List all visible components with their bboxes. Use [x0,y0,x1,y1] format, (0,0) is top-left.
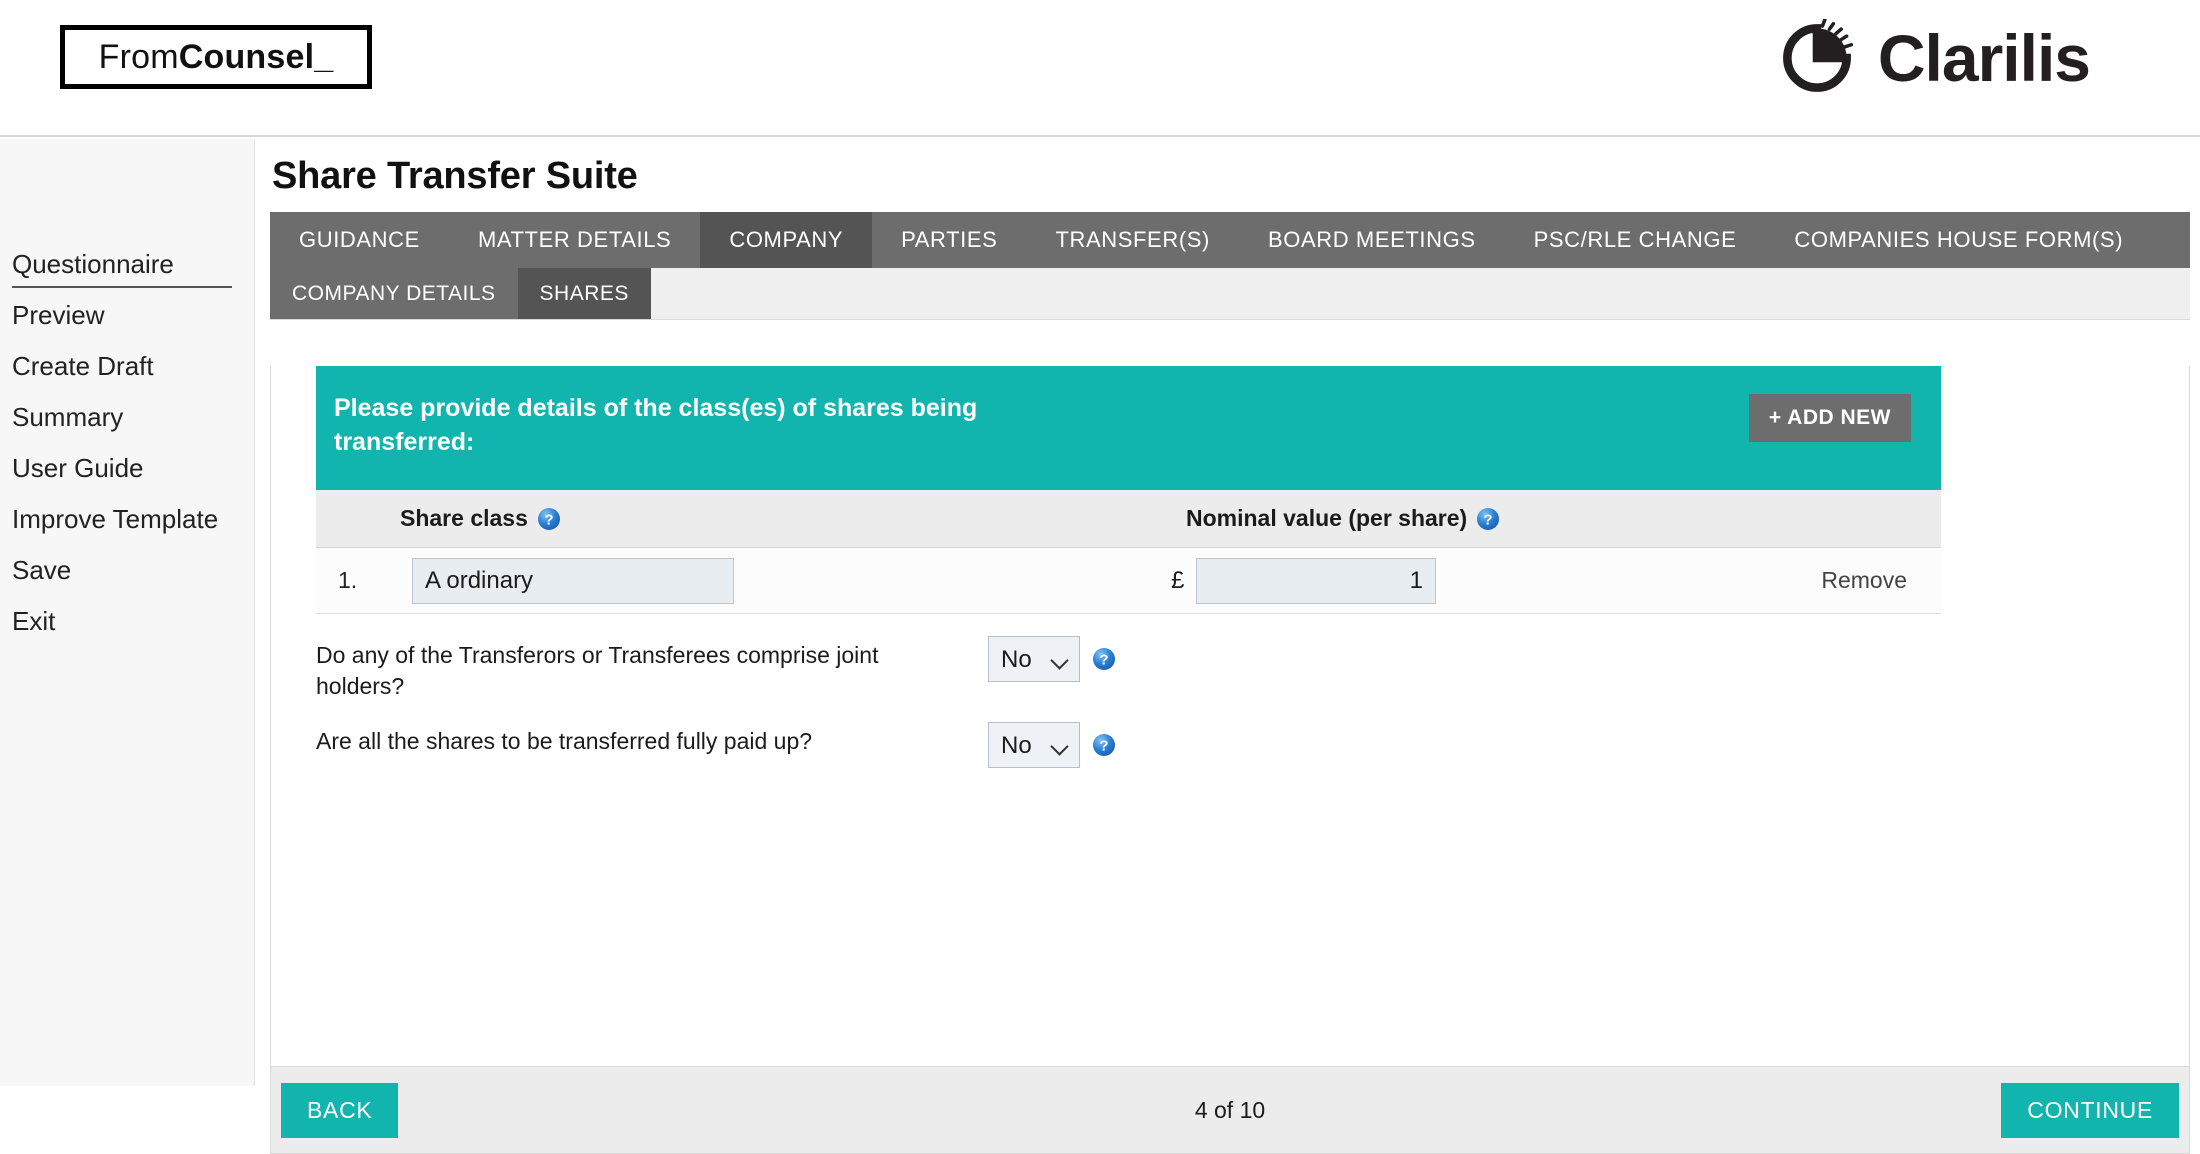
sidebar: Questionnaire Preview Create Draft Summa… [0,139,255,1086]
page-indicator: 4 of 10 [1194,1096,1266,1123]
subtab-shares[interactable]: SHARES [517,268,651,319]
help-icon[interactable]: ? [1476,507,1500,531]
question-joint-holders: Do any of the Transferors or Transferees… [316,636,1941,706]
add-new-button[interactable]: + ADD NEW [1748,394,1911,442]
fromcounsel-logo-light-part: From [98,37,179,76]
fromcounsel-logo: FromCounsel_ [60,25,372,89]
tab-transfers[interactable]: TRANSFER(S) [1026,212,1239,268]
sidebar-item-summary[interactable]: Summary [0,392,254,443]
nominal-value-input[interactable] [1196,557,1436,604]
subtab-company-details[interactable]: COMPANY DETAILS [270,268,518,319]
sidebar-item-questionnaire[interactable]: Questionnaire [0,239,254,290]
help-icon[interactable]: ? [1092,733,1116,757]
svg-text:?: ? [1099,738,1108,755]
tab-board-meetings[interactable]: BOARD MEETINGS [1239,212,1505,268]
question-fully-paid-up-label: Are all the shares to be transferred ful… [316,728,813,754]
question-joint-holders-control: No Yes ? [988,636,1116,682]
svg-text:?: ? [1099,652,1108,669]
sidebar-item-improve-template[interactable]: Improve Template [0,494,254,545]
tab-guidance[interactable]: GUIDANCE [270,212,449,268]
sidebar-item-user-guide[interactable]: User Guide [0,443,254,494]
fromcounsel-logo-bold-part: Counsel_ [178,37,334,76]
column-header-nominal-value-label: Nominal value (per share) [1186,505,1468,531]
sidebar-item-save[interactable]: Save [0,545,254,596]
column-header-share-class: Share class ? [400,505,561,532]
share-class-card: Please provide details of the class(es) … [316,366,1941,792]
footer-bar: BACK 4 of 10 CONTINUE [270,1066,2190,1154]
table-row: 1. £ Remove [316,548,1941,614]
question-fully-paid-up-control: No Yes ? [988,722,1116,768]
fully-paid-up-select[interactable]: No Yes [988,722,1080,768]
svg-text:?: ? [544,511,553,528]
remove-row-link[interactable]: Remove [1821,567,1907,594]
page-title: Share Transfer Suite [272,155,638,197]
sidebar-item-exit[interactable]: Exit [0,596,254,647]
clarilis-circle-mark-icon [1783,19,1853,92]
sidebar-item-create-draft[interactable]: Create Draft [0,341,254,392]
share-class-table-header: Share class ? Nominal value (per share) … [316,490,1941,548]
column-header-nominal-value: Nominal value (per share) ? [1186,505,1500,532]
row-number: 1. [338,567,358,593]
clarilis-wordmark: Clarilis [1877,21,2091,95]
column-header-share-class-label: Share class [400,505,528,531]
main-content: Share Transfer Suite GUIDANCE MATTER DET… [270,139,2200,1154]
tab-company[interactable]: COMPANY [700,212,873,268]
currency-symbol: £ [1171,566,1185,594]
sidebar-menu: Questionnaire Preview Create Draft Summa… [0,139,254,647]
joint-holders-select-wrapper: No Yes [988,636,1080,682]
tab-parties[interactable]: PARTIES [872,212,1026,268]
primary-tab-bar: GUIDANCE MATTER DETAILS COMPANY PARTIES … [270,212,2190,268]
tab-companies-house-forms[interactable]: COMPANIES HOUSE FORM(S) [1765,212,2152,268]
question-joint-holders-label: Do any of the Transferors or Transferees… [316,642,879,700]
sidebar-item-preview[interactable]: Preview [0,290,254,341]
continue-button[interactable]: CONTINUE [2001,1082,2179,1138]
share-class-input[interactable] [412,557,734,604]
fully-paid-up-select-wrapper: No Yes [988,722,1080,768]
svg-text:?: ? [1484,511,1493,528]
content-pane: Please provide details of the class(es) … [270,366,2190,1066]
help-icon[interactable]: ? [537,507,561,531]
back-button[interactable]: BACK [281,1082,399,1138]
brand-header-bar: FromCounsel_ Clarilis [0,0,2200,137]
clarilis-logo: Clarilis [1778,18,2091,98]
tab-matter-details[interactable]: MATTER DETAILS [449,212,700,268]
share-class-card-header: Please provide details of the class(es) … [316,366,1941,490]
fromcounsel-logo-text: FromCounsel_ [99,38,334,77]
help-icon[interactable]: ? [1092,647,1116,671]
share-class-card-title: Please provide details of the class(es) … [334,394,978,456]
question-fully-paid-up: Are all the shares to be transferred ful… [316,722,1941,792]
secondary-tab-bar: COMPANY DETAILS SHARES [270,268,2190,320]
joint-holders-select[interactable]: No Yes [988,636,1080,682]
tab-psc-rle-change[interactable]: PSC/RLE CHANGE [1505,212,1766,268]
